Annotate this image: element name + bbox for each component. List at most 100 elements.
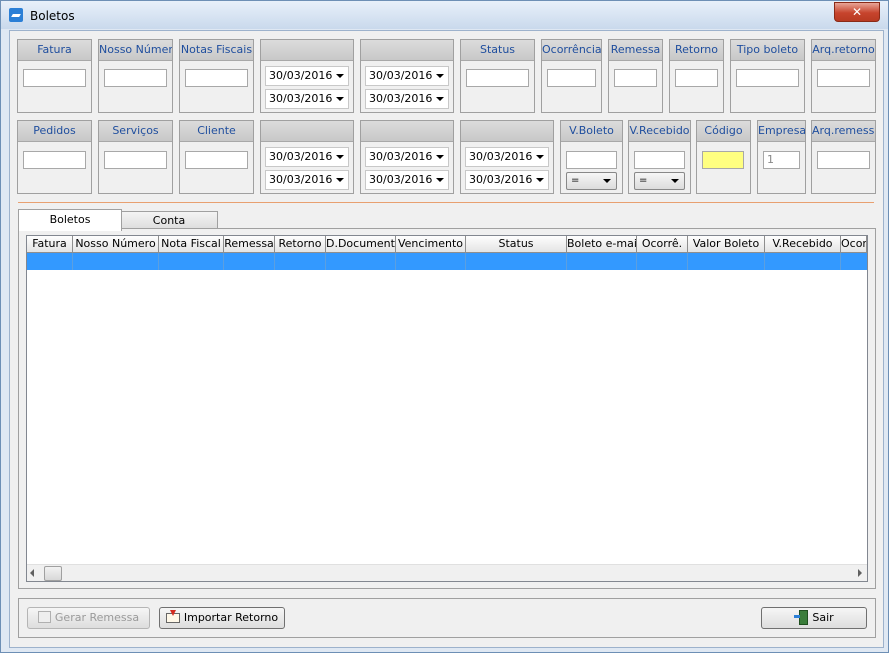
filter-codigo: Código <box>696 120 751 194</box>
retorno-input[interactable] <box>675 69 718 87</box>
servicos-input[interactable] <box>104 151 167 169</box>
filter-empresa: Empresa 1 <box>757 120 806 194</box>
column-header[interactable]: Nosso Número <box>73 236 159 253</box>
date-from-picker[interactable]: 30/03/2016 <box>365 147 449 167</box>
chevron-down-icon <box>436 97 444 101</box>
scroll-thumb[interactable] <box>44 566 62 581</box>
ocorrencia-input[interactable] <box>547 69 596 87</box>
pedidos-input[interactable] <box>23 151 86 169</box>
date-from-picker[interactable]: 30/03/2016 <box>265 66 349 86</box>
remessa-input[interactable] <box>614 69 657 87</box>
date-from-picker[interactable]: 30/03/2016 <box>365 66 449 86</box>
v-recebido-operator-select[interactable]: = <box>634 172 685 190</box>
filter-label: Código <box>697 121 750 142</box>
table-cell <box>396 253 466 270</box>
date-group-header <box>361 121 453 142</box>
table-row[interactable] <box>27 253 867 270</box>
column-header[interactable]: Remessa <box>224 236 275 253</box>
date-from-picker[interactable]: 30/03/2016 <box>265 147 349 167</box>
date-group-header <box>261 121 353 142</box>
exit-door-icon <box>794 610 809 625</box>
filter-retorno: Retorno <box>669 39 724 113</box>
column-header[interactable]: Retorno <box>275 236 326 253</box>
table-cell <box>159 253 224 270</box>
boleto-app-icon <box>9 8 23 22</box>
v-boleto-operator-select[interactable]: = <box>566 172 617 190</box>
date-to-picker[interactable]: 30/03/2016 <box>265 89 349 109</box>
date-to-picker[interactable]: 30/03/2016 <box>365 89 449 109</box>
date-to-value: 30/03/2016 <box>469 173 533 186</box>
import-arrow-icon <box>165 610 180 623</box>
table-cell <box>466 253 567 270</box>
arq-retorno-input[interactable] <box>817 69 870 87</box>
tipo-boleto-input[interactable] <box>736 69 799 87</box>
codigo-input[interactable] <box>702 151 744 169</box>
fatura-input[interactable] <box>23 69 86 87</box>
gerar-remessa-label: Gerar Remessa <box>54 611 140 624</box>
column-header[interactable]: Nota Fiscal <box>159 236 224 253</box>
column-header[interactable]: D.Documento <box>326 236 396 253</box>
table-cell <box>688 253 765 270</box>
date-to-picker[interactable]: 30/03/2016 <box>365 170 449 190</box>
arq-remessa-input[interactable] <box>817 151 870 169</box>
filter-nosso-numero: Nosso Número <box>98 39 173 113</box>
chevron-down-icon <box>603 179 611 183</box>
client-area: Fatura Nosso Número Notas Fiscais 30/03/… <box>9 30 884 648</box>
filter-label: Cliente <box>180 121 253 142</box>
filter-label: Nosso Número <box>99 40 172 61</box>
table-cell <box>567 253 637 270</box>
filter-cliente: Cliente <box>179 120 254 194</box>
importar-retorno-button[interactable]: Importar Retorno <box>159 607 285 629</box>
column-header[interactable]: V.Recebido <box>765 236 841 253</box>
gerar-remessa-button[interactable]: Gerar Remessa <box>27 607 150 629</box>
column-header[interactable]: Boleto e-mail <box>567 236 637 253</box>
date-to-picker[interactable]: 30/03/2016 <box>265 170 349 190</box>
status-input[interactable] <box>466 69 529 87</box>
filter-label: Tipo boleto <box>731 40 804 61</box>
nosso-numero-input[interactable] <box>104 69 167 87</box>
close-button[interactable]: ✕ <box>834 2 880 22</box>
date-from-value: 30/03/2016 <box>269 69 333 82</box>
column-header[interactable]: Fatura <box>27 236 73 253</box>
column-header[interactable]: Ocorrê. <box>637 236 688 253</box>
tab-boletos[interactable]: Boletos <box>18 209 122 231</box>
window-title: Boletos <box>30 9 75 23</box>
filter-label: Fatura <box>18 40 91 61</box>
date-group-4: 30/03/2016 30/03/2016 <box>360 120 454 194</box>
operator-value: = <box>639 175 648 186</box>
v-boleto-input[interactable] <box>566 151 617 169</box>
date-to-value: 30/03/2016 <box>369 173 433 186</box>
notas-fiscais-input[interactable] <box>185 69 248 87</box>
chevron-down-icon <box>436 74 444 78</box>
filter-label: Empresa <box>758 121 805 142</box>
filter-ocorrencia: Ocorrência <box>541 39 602 113</box>
filter-label: Remessa <box>609 40 662 61</box>
importar-retorno-label: Importar Retorno <box>183 611 279 624</box>
sair-button[interactable]: Sair <box>761 607 867 629</box>
filter-label: Status <box>461 40 534 61</box>
column-header[interactable]: Valor Boleto <box>688 236 765 253</box>
column-header[interactable]: Status <box>466 236 567 253</box>
column-header[interactable]: Ocorr <box>841 236 867 253</box>
date-from-value: 30/03/2016 <box>369 150 433 163</box>
column-header[interactable]: Vencimento <box>396 236 466 253</box>
table-cell <box>765 253 841 270</box>
button-bar: Gerar Remessa Importar Retorno Sair <box>18 598 876 638</box>
empresa-input[interactable]: 1 <box>763 151 800 169</box>
date-group-header <box>261 40 353 61</box>
v-recebido-input[interactable] <box>634 151 685 169</box>
operator-value: = <box>571 175 580 186</box>
scroll-right-icon[interactable] <box>858 569 862 577</box>
filter-label: Arq.retorno <box>812 40 875 61</box>
separator <box>18 202 874 203</box>
table-cell <box>275 253 326 270</box>
cliente-input[interactable] <box>185 151 248 169</box>
date-to-picker[interactable]: 30/03/2016 <box>465 170 549 190</box>
scroll-left-icon[interactable] <box>30 569 34 577</box>
date-group-2: 30/03/2016 30/03/2016 <box>360 39 454 113</box>
date-from-picker[interactable]: 30/03/2016 <box>465 147 549 167</box>
horizontal-scrollbar[interactable] <box>27 564 867 581</box>
chevron-down-icon <box>336 74 344 78</box>
chevron-down-icon <box>336 155 344 159</box>
boletos-grid[interactable]: Fatura Nosso Número Nota Fiscal Remessa … <box>26 235 868 582</box>
